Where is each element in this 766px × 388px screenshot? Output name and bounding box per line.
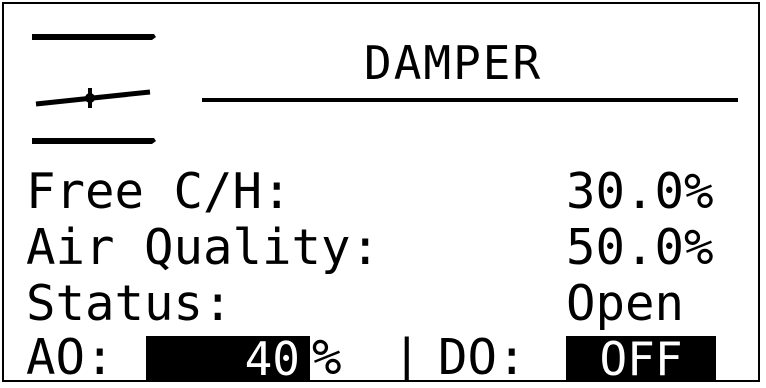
free-ch-label: Free C/H:: [26, 163, 292, 220]
ao-value-field[interactable]: 40: [146, 336, 310, 380]
do-label: DO:: [438, 329, 527, 382]
free-ch-row: Free C/H: 30.0%: [26, 163, 758, 220]
output-row: AO: 40 % | DO: OFF: [26, 329, 758, 382]
separator: |: [392, 329, 422, 382]
ao-label: AO:: [26, 329, 115, 382]
air-quality-row: Air Quality: 50.0%: [26, 219, 758, 276]
ao-unit: %: [312, 329, 342, 382]
title-underline: [202, 98, 738, 102]
page-title: DAMPER: [364, 36, 543, 90]
lcd-screen: DAMPER Free C/H: 30.0% Air Quality: 50.0…: [2, 2, 760, 382]
status-label: Status:: [26, 275, 233, 332]
air-quality-value: 50.0%: [566, 219, 714, 276]
status-value: Open: [566, 275, 685, 332]
status-row: Status: Open: [26, 275, 758, 332]
air-quality-label: Air Quality:: [26, 219, 381, 276]
damper-icon: [32, 34, 156, 144]
do-value-field[interactable]: OFF: [566, 336, 716, 380]
free-ch-value: 30.0%: [566, 163, 714, 220]
